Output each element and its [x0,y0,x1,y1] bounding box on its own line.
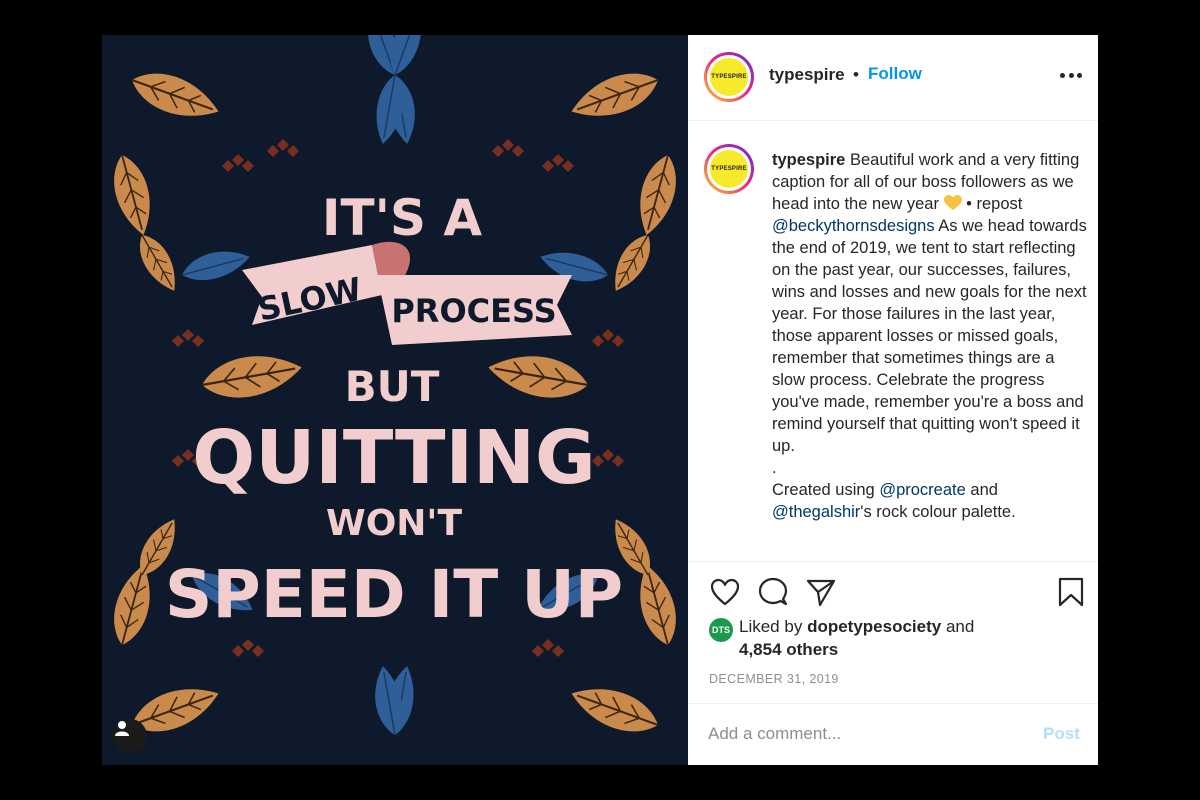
caption-dot: . [772,459,777,477]
more-options-icon[interactable] [1060,73,1082,79]
caption-text-body: As we head towards the end of 2019, we t… [772,217,1087,455]
caption-author-avatar[interactable]: TYPESPIRE [704,144,754,194]
post-image[interactable]: IT'S A SLOW PROCESS BUT QUITTING WON'T S… [102,35,688,765]
yellow-heart-icon [943,195,962,210]
share-button[interactable] [804,575,838,609]
liked-by-user[interactable]: dopetypesociety [807,617,941,636]
art-line-its-a: IT'S A [322,189,482,247]
comment-icon [758,577,788,606]
user-tag-button[interactable] [113,719,147,753]
send-icon [806,579,836,607]
liker-avatar-text: DTS [712,625,730,635]
person-icon [115,721,129,736]
caption-username[interactable]: typespire [772,151,845,169]
liked-by-line: Liked by dopetypesociety and [739,617,974,637]
divider [688,561,1098,562]
divider [688,703,1098,704]
post-details-panel: TYPESPIRE typespire • Follow TYPESPIRE t… [688,35,1098,765]
comment-input[interactable]: Add a comment... [708,724,841,744]
liker-avatar[interactable]: DTS [709,618,733,642]
follow-button[interactable]: Follow [868,64,922,84]
heart-icon [710,578,740,606]
post-comment-button[interactable]: Post [1043,724,1080,744]
comment-button[interactable] [756,575,790,609]
caption-and: and [970,481,998,499]
author-username[interactable]: typespire [769,65,845,85]
caption-repost-prefix: • repost [966,195,1023,213]
caption-created-prefix: Created using [772,481,875,499]
bookmark-icon [1058,577,1084,607]
author-avatar[interactable]: TYPESPIRE [704,52,754,102]
post-date[interactable]: DECEMBER 31, 2019 [709,672,839,686]
like-button[interactable] [708,575,742,609]
art-line-but: BUT [345,362,440,411]
mention-thegalshir[interactable]: @thegalshir [772,503,860,521]
liked-by-prefix: Liked by [739,617,803,636]
save-button[interactable] [1054,575,1088,609]
action-bar [708,575,1088,611]
avatar-logo-text: TYPESPIRE [711,166,747,172]
avatar-logo-text: TYPESPIRE [711,74,747,80]
art-line-speed-it-up: SPEED IT UP [165,556,623,633]
caption-created-suffix: 's rock colour palette. [860,503,1016,521]
art-line-wont: WON'T [326,503,462,544]
likes-count[interactable]: 4,854 others [739,640,838,660]
mention-beckythornsdesigns[interactable]: @beckythornsdesigns [772,217,935,235]
liked-by-suffix: and [945,617,975,636]
art-ribbon-process: PROCESS [391,292,556,330]
mention-procreate[interactable]: @procreate [879,481,965,499]
artwork-illustration: IT'S A SLOW PROCESS BUT QUITTING WON'T S… [105,35,685,743]
header-separator: • [853,65,859,84]
art-line-quitting: QUITTING [192,415,595,501]
post-caption: typespire Beautiful work and a very fitt… [772,149,1092,523]
post-header: TYPESPIRE typespire • Follow [688,35,1098,121]
instagram-post: IT'S A SLOW PROCESS BUT QUITTING WON'T S… [102,35,1098,765]
